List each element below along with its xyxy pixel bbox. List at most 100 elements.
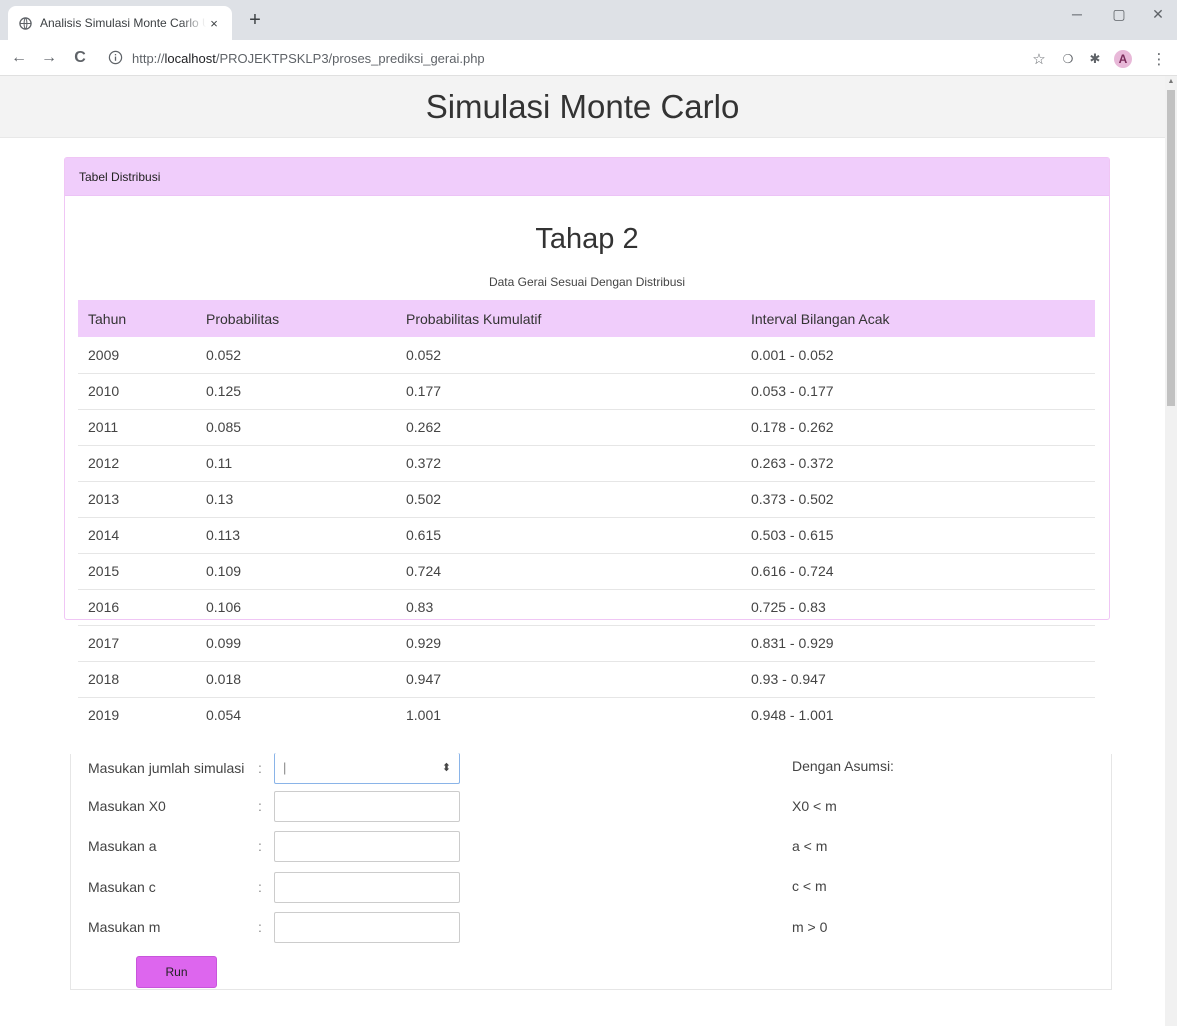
url-path: /PROJEKTPSKLP3/proses_prediksi_gerai.php (215, 50, 485, 66)
form-row-x0: Masukan X0 : (88, 790, 460, 822)
stage-title: Tahap 2 (535, 223, 639, 255)
cell-interval: 0.178 - 0.262 (741, 409, 1095, 446)
page-scrollbar[interactable]: ▲ (1165, 76, 1177, 1026)
column-header-kumulatif: Probabilitas Kumulatif (396, 300, 741, 337)
label-c: Masukan c (88, 879, 156, 895)
browser-tab[interactable]: Analisis Simulasi Monte Carlo Un × (8, 6, 232, 40)
colon: : (258, 798, 262, 814)
menu-icon[interactable]: ⋮ (1148, 48, 1170, 70)
colon: : (258, 760, 262, 776)
assumption-a: a < m (792, 838, 828, 854)
cell-probabilitas: 0.099 (196, 625, 396, 662)
cell-tahun: 2014 (78, 517, 196, 554)
column-header-tahun: Tahun (78, 300, 196, 337)
cell-tahun: 2015 (78, 553, 196, 590)
cell-probabilitas: 0.109 (196, 553, 396, 590)
cell-probabilitas: 0.113 (196, 517, 396, 554)
cell-kumulatif: 0.502 (396, 481, 741, 518)
x0-input[interactable] (274, 790, 460, 822)
card-header: Tabel Distribusi (65, 158, 1109, 196)
jumlah-simulasi-input[interactable]: | ⬍ (274, 752, 460, 784)
back-icon[interactable]: ← (8, 47, 30, 69)
assumption-m: m > 0 (792, 919, 828, 935)
extension-icon[interactable]: ❍ (1057, 48, 1079, 70)
cell-kumulatif: 0.83 (396, 589, 741, 626)
label-a: Masukan a (88, 838, 157, 854)
info-icon[interactable] (108, 50, 124, 66)
scroll-up-icon[interactable]: ▲ (1165, 76, 1177, 88)
tab-close-icon[interactable]: × (206, 16, 222, 31)
close-window-icon[interactable]: ✕ (1143, 6, 1173, 23)
label-m: Masukan m (88, 919, 161, 935)
cell-probabilitas: 0.13 (196, 481, 396, 518)
cell-interval: 0.948 - 1.001 (751, 707, 834, 724)
cell-kumulatif: 0.724 (396, 553, 741, 590)
address-bar[interactable]: http:// localhost /PROJEKTPSKLP3/proses_… (108, 45, 1018, 71)
cell-interval: 0.831 - 0.929 (741, 625, 1095, 662)
cell-probabilitas: 0.125 (196, 373, 396, 410)
label-jumlah-simulasi: Masukan jumlah simulasi (88, 760, 245, 776)
c-input[interactable] (274, 871, 460, 903)
table-row: 2017 0.099 0.929 0.831 - 0.929 (78, 625, 1095, 662)
cell-probabilitas: 0.054 (206, 707, 242, 724)
table-row: 2010 0.125 0.177 0.053 - 0.177 (78, 373, 1095, 410)
cell-probabilitas: 0.052 (196, 337, 396, 374)
assumptions-title: Dengan Asumsi: (792, 758, 894, 774)
cell-kumulatif: 0.615 (396, 517, 741, 554)
tab-title: Analisis Simulasi Monte Carlo Un (40, 16, 206, 30)
cell-kumulatif: 0.052 (396, 337, 741, 374)
profile-avatar-icon[interactable]: A (1114, 50, 1132, 68)
table-row: 2018 0.018 0.947 0.93 - 0.947 (78, 661, 1095, 698)
globe-icon (18, 16, 32, 30)
cell-kumulatif: 0.929 (396, 625, 741, 662)
cell-tahun: 2013 (78, 481, 196, 518)
colon: : (258, 838, 262, 854)
cell-kumulatif: 0.372 (396, 445, 741, 482)
cell-interval: 0.93 - 0.947 (741, 661, 1095, 698)
form-row-a: Masukan a : (88, 830, 460, 862)
url-prefix: http:// (132, 50, 165, 66)
scroll-thumb[interactable] (1167, 90, 1175, 406)
cell-interval: 0.616 - 0.724 (741, 553, 1095, 590)
cell-kumulatif: 0.947 (396, 661, 741, 698)
column-header-interval: Interval Bilangan Acak (741, 300, 1095, 337)
table-row: 2019 0.054 1.001 0.948 - 1.001 (78, 697, 1095, 733)
run-button[interactable]: Run (136, 956, 217, 988)
a-input[interactable] (274, 830, 460, 862)
table-row: 2012 0.11 0.372 0.263 - 0.372 (78, 445, 1095, 482)
page-header: Simulasi Monte Carlo (0, 76, 1165, 138)
cell-probabilitas: 0.11 (196, 445, 396, 482)
star-icon[interactable]: ☆ (1028, 48, 1050, 70)
spinner-icon[interactable]: ⬍ (442, 761, 451, 774)
reload-icon[interactable]: C (69, 47, 91, 69)
assumption-c: c < m (792, 878, 827, 894)
cell-kumulatif: 1.001 (406, 707, 442, 724)
table-row: 2016 0.106 0.83 0.725 - 0.83 (78, 589, 1095, 626)
cell-tahun: 2016 (78, 589, 196, 626)
form-row-jumlah-simulasi: Masukan jumlah simulasi : | ⬍ (88, 752, 460, 784)
puzzle-icon[interactable]: ✱ (1084, 48, 1106, 70)
table-row: 2009 0.052 0.052 0.001 - 0.052 (78, 337, 1095, 374)
browser-toolbar: ← → C http:// localhost /PROJEKTPSKLP3/p… (0, 40, 1177, 76)
table-header-row: Tahun Probabilitas Probabilitas Kumulati… (78, 300, 1095, 337)
form-row-c: Masukan c : (88, 871, 460, 903)
maximize-icon[interactable]: ▢ (1104, 6, 1134, 23)
cell-tahun: 2011 (78, 409, 196, 446)
cell-interval: 0.373 - 0.502 (741, 481, 1095, 518)
label-x0: Masukan X0 (88, 798, 166, 814)
cell-probabilitas: 0.085 (196, 409, 396, 446)
cell-kumulatif: 0.262 (396, 409, 741, 446)
cell-interval: 0.001 - 0.052 (741, 337, 1095, 374)
stage-subtitle: Data Gerai Sesuai Dengan Distribusi (488, 275, 686, 289)
new-tab-icon[interactable]: + (243, 9, 267, 32)
table-row: 2014 0.113 0.615 0.503 - 0.615 (78, 517, 1095, 554)
cell-kumulatif: 0.177 (396, 373, 741, 410)
cell-interval: 0.725 - 0.83 (741, 589, 1095, 626)
cell-tahun: 2009 (78, 337, 196, 374)
cell-probabilitas: 0.106 (196, 589, 396, 626)
input-cursor: | (283, 760, 287, 775)
m-input[interactable] (274, 911, 460, 943)
cell-tahun: 2017 (78, 625, 196, 662)
minimize-icon[interactable]: ─ (1062, 6, 1092, 22)
forward-icon[interactable]: → (38, 47, 60, 69)
